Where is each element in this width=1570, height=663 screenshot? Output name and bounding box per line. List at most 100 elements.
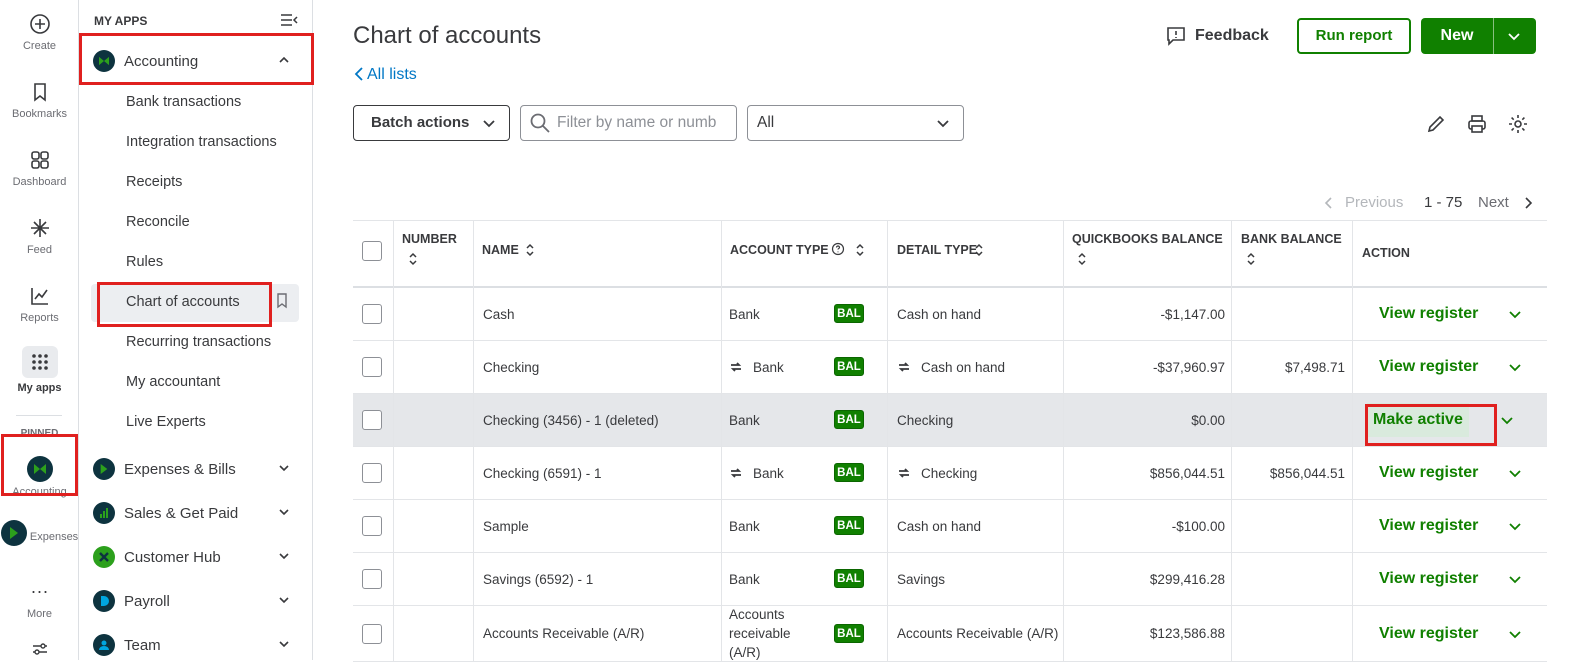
column-divider xyxy=(887,606,888,661)
rail-feed[interactable]: Feed xyxy=(0,216,79,256)
chevron-down-icon xyxy=(279,509,289,516)
sidebar-item-live-experts[interactable]: Live Experts xyxy=(126,414,206,430)
row-select-cell xyxy=(362,500,382,552)
col-bank-balance[interactable]: BANK BALANCE xyxy=(1231,220,1352,288)
chevron-down-icon[interactable] xyxy=(1506,28,1522,44)
reports-chart-icon xyxy=(30,288,48,305)
new-button[interactable]: New xyxy=(1421,18,1536,54)
bal-badge: BAL xyxy=(834,304,864,323)
pager-next[interactable]: Next xyxy=(1478,194,1509,211)
cell-name: Checking (3456) - 1 (deleted) xyxy=(483,412,659,428)
all-lists-link[interactable]: All lists xyxy=(367,66,417,84)
column-divider xyxy=(1063,553,1064,605)
feedback-label: Feedback xyxy=(1195,27,1269,44)
row-checkbox[interactable] xyxy=(362,304,382,324)
column-divider xyxy=(887,394,888,446)
column-divider xyxy=(473,394,474,446)
sidebar-app-sales[interactable]: Sales & Get Paid xyxy=(93,499,299,527)
cell-account-type: Accounts receivable (A/R) xyxy=(729,606,819,661)
view-register-link[interactable]: View register xyxy=(1379,625,1478,643)
chevron-down-icon[interactable] xyxy=(1499,412,1515,428)
view-register-link[interactable]: View register xyxy=(1379,358,1478,376)
print-icon[interactable] xyxy=(1466,113,1488,135)
sidebar-item-integration-transactions[interactable]: Integration transactions xyxy=(126,134,277,150)
view-register-link[interactable]: View register xyxy=(1379,464,1478,482)
settings-gear-icon[interactable] xyxy=(1507,113,1529,135)
rail-reports[interactable]: Reports xyxy=(0,284,79,324)
action-menu-cell xyxy=(1499,394,1515,446)
column-divider xyxy=(721,288,722,340)
type-select[interactable]: All xyxy=(747,105,964,141)
row-checkbox[interactable] xyxy=(362,516,382,536)
rail-more[interactable]: ··· More xyxy=(0,582,79,617)
select-all-checkbox[interactable] xyxy=(362,241,382,261)
table-row: Cash Bank BAL Cash on hand -$1,147.00 View re… xyxy=(353,288,1547,341)
row-checkbox[interactable] xyxy=(362,463,382,483)
cell-detail-type: Cash on hand xyxy=(897,288,981,340)
filter-field[interactable] xyxy=(520,105,737,141)
sidebar-item-receipts[interactable]: Receipts xyxy=(126,174,182,190)
edit-pencil-icon[interactable] xyxy=(1425,113,1447,135)
sidebar-item-my-accountant[interactable]: My accountant xyxy=(126,374,220,390)
help-circle-icon[interactable] xyxy=(831,242,845,256)
sidebar-item-reconcile[interactable]: Reconcile xyxy=(126,214,190,230)
chevron-right-icon[interactable] xyxy=(1522,196,1534,210)
col-detail-type[interactable]: DETAIL TYPE xyxy=(887,220,1063,288)
sidebar-app-team[interactable]: Team xyxy=(93,631,299,659)
column-divider xyxy=(1231,447,1232,499)
sidebar-item-recurring-transactions[interactable]: Recurring transactions xyxy=(126,334,271,350)
view-register-link[interactable]: View register xyxy=(1379,570,1478,588)
view-register-link[interactable]: View register xyxy=(1379,517,1478,535)
sidebar-app-expenses-bills[interactable]: Expenses & Bills xyxy=(93,455,299,483)
chevron-down-icon[interactable] xyxy=(1507,306,1523,322)
sidebar-app-customer-hub[interactable]: Customer Hub xyxy=(93,543,299,571)
row-checkbox[interactable] xyxy=(362,623,382,644)
row-checkbox[interactable] xyxy=(362,357,382,377)
rail-create[interactable]: Create xyxy=(0,12,79,52)
chevron-down-icon[interactable] xyxy=(1507,518,1523,534)
sort-icon xyxy=(1247,252,1255,266)
cell-qb-balance: -$100.00 xyxy=(1171,518,1225,534)
filter-input[interactable] xyxy=(557,114,731,132)
row-select-cell xyxy=(362,341,382,393)
table-row: Sample Bank BAL Cash on hand -$100.00 View re… xyxy=(353,500,1547,553)
rail-expenses[interactable]: Expenses xyxy=(0,520,79,550)
column-divider xyxy=(473,288,474,340)
cell-name: Accounts Receivable (A/R) xyxy=(483,626,645,641)
chevron-down-icon xyxy=(279,597,289,604)
row-checkbox[interactable] xyxy=(362,569,382,589)
col-qb-balance-label: QUICKBOOKS BALANCE xyxy=(1072,232,1223,246)
sidebar-item-bank-transactions[interactable]: Bank transactions xyxy=(126,94,241,110)
column-divider xyxy=(1231,500,1232,552)
column-divider xyxy=(1063,341,1064,393)
chevron-down-icon[interactable] xyxy=(1507,626,1523,642)
col-number[interactable]: NUMBER xyxy=(393,220,473,288)
rail-bookmarks[interactable]: Bookmarks xyxy=(0,80,79,120)
bookmark-icon[interactable] xyxy=(275,293,289,309)
sidebar-item-rules[interactable]: Rules xyxy=(126,254,163,270)
batch-actions-button[interactable]: Batch actions xyxy=(353,105,510,141)
chevron-down-icon[interactable] xyxy=(1507,359,1523,375)
pager-range: 1 - 75 xyxy=(1424,194,1463,211)
run-report-button[interactable]: Run report xyxy=(1297,18,1411,54)
col-name[interactable]: NAME xyxy=(473,220,721,288)
chevron-down-icon[interactable] xyxy=(1507,465,1523,481)
collapse-menu-icon[interactable] xyxy=(280,12,298,28)
feedback-button[interactable]: Feedback xyxy=(1165,26,1269,46)
rail-dashboard[interactable]: Dashboard xyxy=(0,148,79,188)
view-register-link[interactable]: View register xyxy=(1379,305,1478,323)
column-divider xyxy=(1352,341,1353,393)
col-account-type[interactable]: ACCOUNT TYPE xyxy=(721,220,887,288)
rail-my-apps[interactable]: My apps xyxy=(0,346,79,394)
cell-qb-balance: $299,416.28 xyxy=(1149,571,1225,587)
column-divider xyxy=(1063,288,1064,340)
col-qb-balance[interactable]: QUICKBOOKS BALANCE xyxy=(1063,220,1231,288)
column-divider xyxy=(1063,500,1064,552)
col-bank-balance-label: BANK BALANCE xyxy=(1241,232,1342,246)
chevron-down-icon xyxy=(279,553,289,560)
pager-previous[interactable]: Previous xyxy=(1345,194,1403,211)
chevron-down-icon[interactable] xyxy=(1507,571,1523,587)
row-checkbox[interactable] xyxy=(362,410,382,430)
chevron-left-icon xyxy=(354,67,363,81)
sidebar-app-payroll[interactable]: Payroll xyxy=(93,587,299,615)
